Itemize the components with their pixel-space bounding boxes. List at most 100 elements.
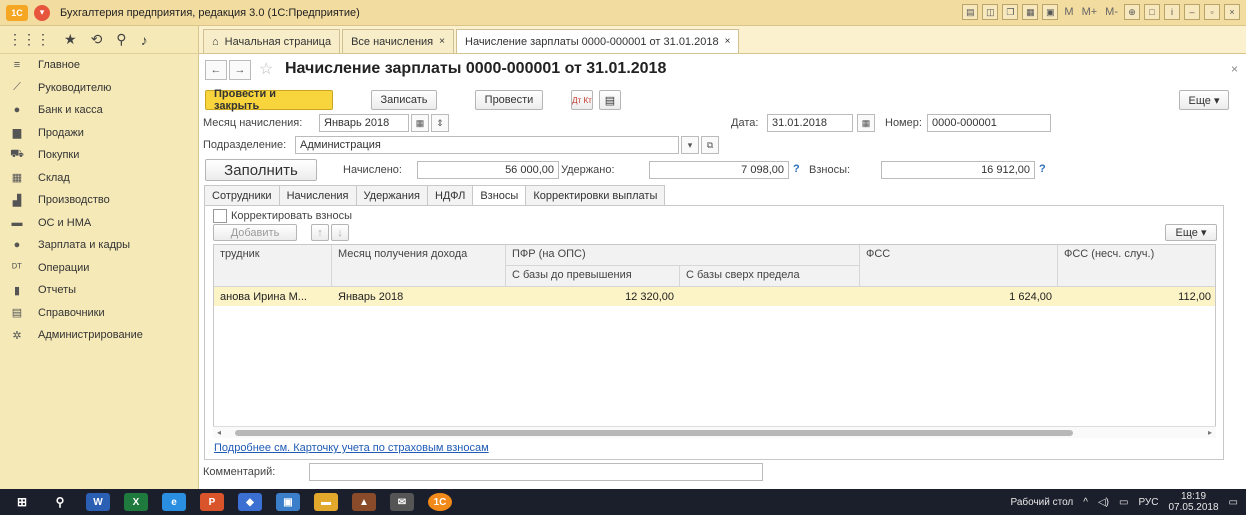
move-down-icon[interactable]: ↓ bbox=[331, 224, 349, 241]
insurance-card-link[interactable]: Подробнее см. Карточку учета по страховы… bbox=[214, 442, 489, 454]
tab-ndfl[interactable]: НДФЛ bbox=[426, 185, 474, 205]
window-icon[interactable]: □ bbox=[1144, 4, 1160, 20]
column-pfr-base[interactable]: С базы до превышения bbox=[506, 266, 680, 287]
sidebar-item[interactable]: ᴰᵀ Операции bbox=[0, 257, 198, 280]
tab-home[interactable]: ⌂ Начальная страница bbox=[203, 29, 341, 53]
help-icon[interactable]: ? bbox=[793, 163, 800, 175]
network-icon[interactable]: ◆ bbox=[238, 493, 262, 511]
tab-payroll-document[interactable]: Начисление зарплаты 0000-000001 от 31.01… bbox=[456, 29, 740, 53]
scroll-left-icon[interactable]: ◂ bbox=[217, 428, 221, 437]
move-up-icon[interactable]: ↑ bbox=[311, 224, 329, 241]
language-indicator[interactable]: РУС bbox=[1138, 497, 1158, 508]
open-link-icon[interactable]: ⧉ bbox=[701, 136, 719, 154]
history-icon[interactable]: ⟲ bbox=[91, 31, 103, 48]
tab-employees[interactable]: Сотрудники bbox=[204, 185, 280, 205]
post-and-close-button[interactable]: Провести и закрыть bbox=[205, 88, 333, 112]
column-pfr-over[interactable]: С базы сверх предела bbox=[680, 266, 860, 287]
table-row[interactable]: анова Ирина М... Январь 2018 12 320,00 1… bbox=[214, 287, 1215, 306]
sidebar-item[interactable]: ▮ Отчеты bbox=[0, 279, 198, 302]
table-more-button[interactable]: Еще ▾ bbox=[1165, 224, 1217, 241]
number-field[interactable]: 0000-000001 bbox=[927, 114, 1051, 132]
column-pfr[interactable]: ПФР (на ОПС) bbox=[506, 245, 860, 266]
date-calendar-icon[interactable]: ▦ bbox=[857, 114, 875, 132]
favorite-star-icon[interactable]: ☆ bbox=[259, 59, 273, 79]
desktop-label[interactable]: Рабочий стол bbox=[1010, 497, 1073, 508]
maximize-icon[interactable]: ▫ bbox=[1204, 4, 1220, 20]
memory-m-plus[interactable]: M+ bbox=[1080, 6, 1100, 18]
sidebar-item[interactable]: ⟋ Руководителю bbox=[0, 77, 198, 100]
close-icon[interactable]: × bbox=[1224, 4, 1240, 20]
zoom-icon[interactable]: ⊕ bbox=[1124, 4, 1140, 20]
paint-icon[interactable]: P bbox=[200, 493, 224, 511]
post-button[interactable]: Провести bbox=[475, 90, 543, 110]
horizontal-scrollbar[interactable]: ◂ ▸ bbox=[213, 426, 1216, 438]
tab-payment-corrections[interactable]: Корректировки выплаты bbox=[525, 185, 666, 205]
tab-all-accruals[interactable]: Все начисления × bbox=[342, 29, 454, 53]
dt-kt-icon[interactable]: Дт Кт bbox=[571, 90, 593, 110]
search-icon[interactable]: ⚲ bbox=[116, 31, 126, 48]
more-button[interactable]: Еще ▾ bbox=[1179, 90, 1229, 110]
notifications-icon[interactable]: ▭ bbox=[1229, 497, 1238, 508]
column-employee[interactable]: трудник bbox=[214, 245, 332, 287]
tray-expand-icon[interactable]: ^ bbox=[1083, 497, 1088, 508]
excel-icon[interactable]: X bbox=[124, 493, 148, 511]
word-icon[interactable]: W bbox=[86, 493, 110, 511]
calendar-pick-icon[interactable]: ▦ bbox=[411, 114, 429, 132]
column-income-month[interactable]: Месяц получения дохода bbox=[332, 245, 506, 287]
network-tray-icon[interactable]: ▭ bbox=[1119, 497, 1128, 508]
sidebar-item[interactable]: ▟ Производство bbox=[0, 189, 198, 212]
save-button[interactable]: Записать bbox=[371, 90, 437, 110]
sidebar-item[interactable]: ≡ Главное bbox=[0, 54, 198, 77]
date-field[interactable]: 31.01.2018 bbox=[767, 114, 853, 132]
sidebar-item[interactable]: ▦ Склад bbox=[0, 167, 198, 190]
back-arrow-icon[interactable]: ← bbox=[205, 60, 227, 80]
close-tab-icon[interactable]: × bbox=[439, 36, 445, 47]
all-functions-icon[interactable]: ⋮⋮⋮ bbox=[8, 31, 50, 48]
clock[interactable]: 18:19 07.05.2018 bbox=[1168, 491, 1218, 513]
1c-taskbar-icon[interactable]: 1С bbox=[428, 493, 452, 511]
sidebar-item[interactable]: ● Зарплата и кадры bbox=[0, 234, 198, 257]
comment-field[interactable] bbox=[309, 463, 763, 481]
edge-icon[interactable]: e bbox=[162, 493, 186, 511]
calculator-icon[interactable]: ▣ bbox=[1042, 4, 1059, 20]
print-icon[interactable]: ▤ bbox=[962, 4, 979, 20]
info-icon[interactable]: i bbox=[1164, 4, 1180, 20]
volume-icon[interactable]: ◁) bbox=[1098, 497, 1109, 508]
sidebar-item[interactable]: ⛟ Покупки bbox=[0, 144, 198, 167]
tab-accruals[interactable]: Начисления bbox=[278, 185, 357, 205]
preview-icon[interactable]: ◫ bbox=[982, 4, 999, 20]
month-stepper-icon[interactable]: ⇕ bbox=[431, 114, 449, 132]
add-button[interactable]: Добавить bbox=[213, 224, 297, 241]
print-form-icon[interactable]: ▤ bbox=[599, 90, 621, 110]
tab-deductions[interactable]: Удержания bbox=[355, 185, 428, 205]
sidebar-item[interactable]: ▤ Справочники bbox=[0, 302, 198, 325]
month-field[interactable]: Январь 2018 bbox=[319, 114, 409, 132]
mail-icon[interactable]: ✉ bbox=[390, 493, 414, 511]
notifications-icon[interactable]: ♪ bbox=[141, 32, 148, 48]
sidebar-item[interactable]: ▬ ОС и НМА bbox=[0, 212, 198, 235]
main-menu-button[interactable]: ▾ bbox=[34, 4, 50, 21]
close-tab-icon[interactable]: × bbox=[725, 36, 731, 47]
folder-icon[interactable]: ▬ bbox=[314, 493, 338, 511]
app-icon[interactable]: ▲ bbox=[352, 493, 376, 511]
minimize-icon[interactable]: – bbox=[1184, 4, 1200, 20]
help-icon[interactable]: ? bbox=[1039, 163, 1046, 175]
column-fss-accident[interactable]: ФСС (несч. случ.) bbox=[1058, 245, 1215, 287]
adjust-checkbox[interactable] bbox=[213, 209, 227, 223]
sidebar-item[interactable]: ▆ Продажи bbox=[0, 122, 198, 145]
sidebar-item[interactable]: ● Банк и касса bbox=[0, 99, 198, 122]
windows-start-icon[interactable]: ⊞ bbox=[10, 493, 34, 511]
save-disk-icon[interactable]: ▣ bbox=[276, 493, 300, 511]
memory-m[interactable]: M bbox=[1062, 6, 1075, 18]
search-icon[interactable]: ⚲ bbox=[48, 493, 72, 511]
tab-contributions[interactable]: Взносы bbox=[472, 185, 527, 206]
fill-button[interactable]: Заполнить bbox=[205, 159, 317, 181]
dropdown-icon[interactable]: ▾ bbox=[681, 136, 699, 154]
department-field[interactable]: Администрация bbox=[295, 136, 679, 154]
sidebar-item[interactable]: ✲ Администрирование bbox=[0, 324, 198, 347]
forward-arrow-icon[interactable]: → bbox=[229, 60, 251, 80]
column-fss[interactable]: ФСС bbox=[860, 245, 1058, 287]
favorites-icon[interactable]: ★ bbox=[64, 31, 77, 48]
memory-m-minus[interactable]: M- bbox=[1103, 6, 1120, 18]
scroll-thumb[interactable] bbox=[235, 430, 1073, 436]
